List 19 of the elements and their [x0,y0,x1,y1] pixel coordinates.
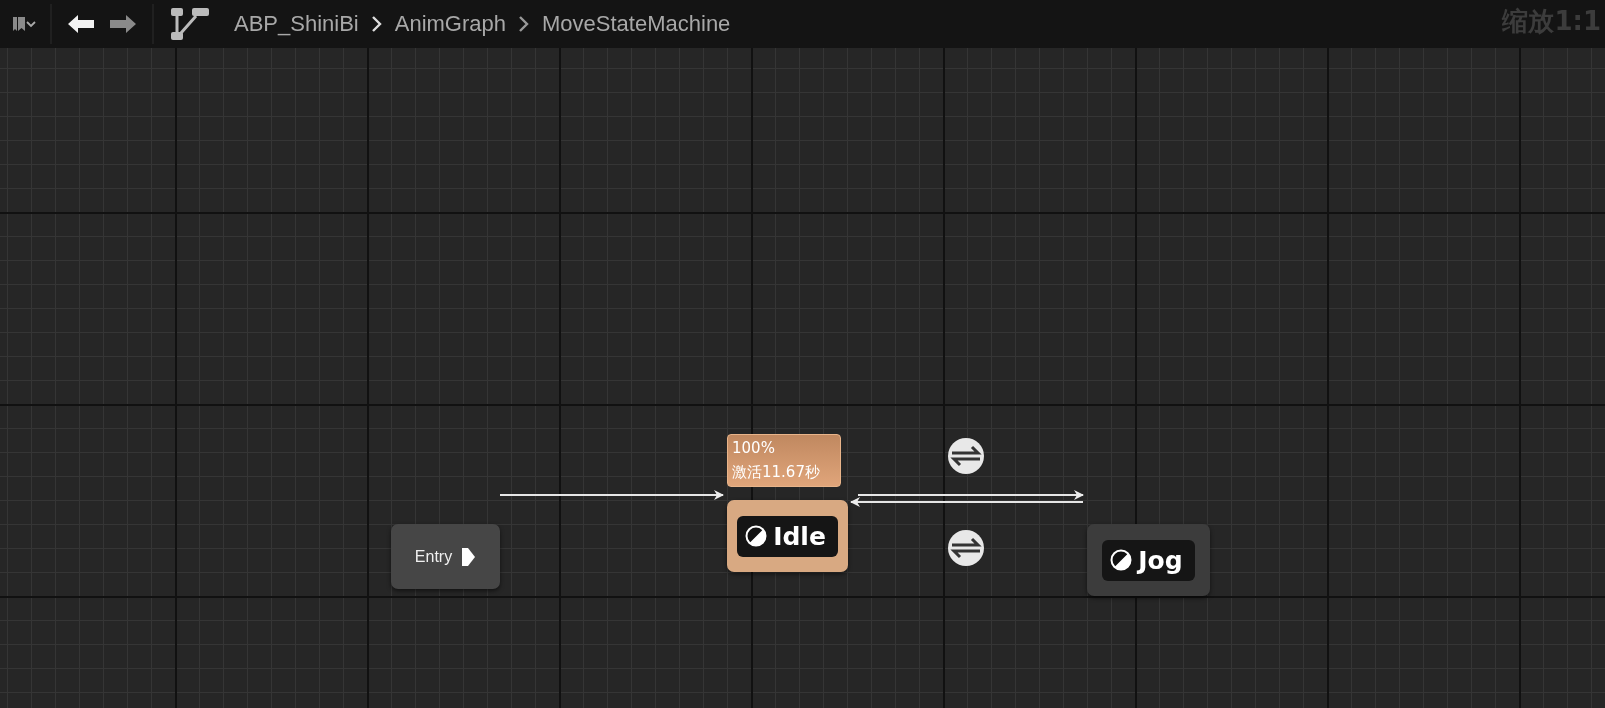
breadcrumb-link[interactable]: AnimGraph [390,11,511,37]
entry-label: Entry [414,547,453,566]
caret-icon [26,20,36,28]
bookmark-icon [12,15,26,33]
chevron-icon [518,15,531,33]
state-name: Idle [773,521,826,551]
chevron-icon [370,15,383,33]
state-node[interactable]: Idle [727,500,848,572]
exec-pin-icon [460,546,477,567]
breadcrumb-link[interactable]: MoveStateMachine [538,11,735,37]
hierarchy-icon [170,7,210,41]
weight-text: 100% [732,438,776,459]
active-time-text: 激活11.67秒 [732,462,821,483]
breadcrumb-link[interactable]: ABP_ShiniBi [230,11,363,37]
entry-node[interactable]: Entry [391,524,500,589]
state-icon [745,525,768,547]
state-node[interactable]: Jog [1087,524,1210,596]
state-icon [1110,549,1133,571]
state-name: Jog [1138,545,1183,575]
